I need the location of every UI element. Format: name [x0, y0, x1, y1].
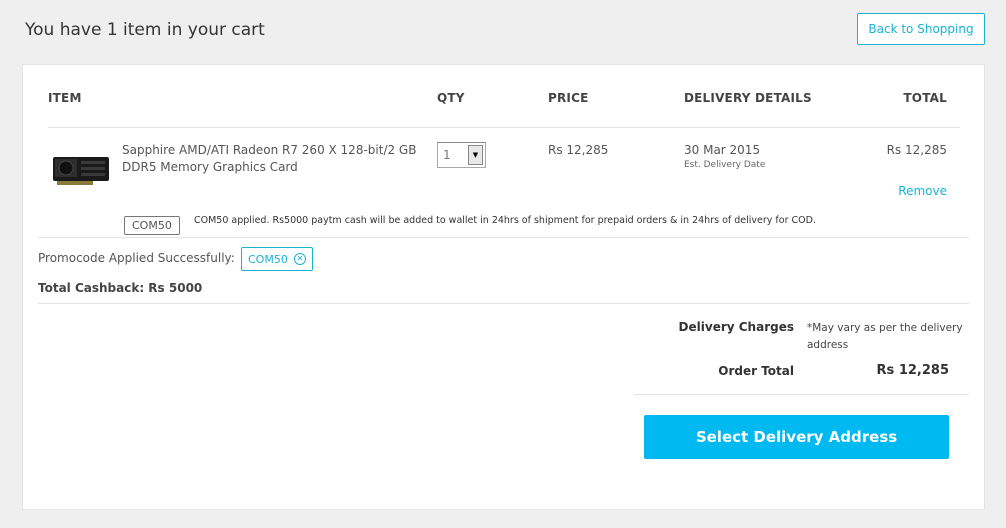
column-header-delivery: DELIVERY DETAILS: [684, 91, 812, 105]
divider: [48, 127, 960, 128]
column-header-price: PRICE: [548, 91, 589, 105]
divider: [38, 237, 969, 238]
delivery-charges-note: *May vary as per the delivery address: [807, 322, 963, 351]
quantity-value: 1: [443, 148, 451, 162]
product-image[interactable]: [51, 151, 111, 191]
column-header-item: ITEM: [48, 91, 82, 105]
divider: [38, 303, 969, 304]
divider: [634, 394, 969, 395]
applied-promo-chip: COM50 ✕: [241, 247, 313, 271]
column-header-qty: QTY: [437, 91, 465, 105]
close-icon[interactable]: ✕: [293, 253, 306, 265]
delivery-charges-label: Delivery Charges: [678, 320, 794, 334]
order-total-label: Order Total: [718, 364, 794, 378]
promo-chip-code: COM50: [248, 252, 288, 266]
total-cashback: Total Cashback: Rs 5000: [38, 281, 203, 295]
column-header-total: TOTAL: [903, 91, 947, 105]
back-to-shopping-button[interactable]: Back to Shopping: [857, 13, 985, 45]
quantity-select[interactable]: 1 ▼: [437, 142, 486, 168]
page-title: You have 1 item in your cart: [25, 20, 265, 40]
promo-applied-message: COM50 applied. Rs5000 paytm cash will be…: [194, 215, 816, 226]
remove-link[interactable]: Remove: [898, 184, 947, 198]
select-delivery-address-button[interactable]: Select Delivery Address: [644, 415, 949, 459]
item-price: Rs 12,285: [548, 143, 609, 157]
order-total-value: Rs 12,285: [876, 363, 949, 378]
promo-success-label: Promocode Applied Successfully:: [38, 251, 235, 265]
delivery-date-note: Est. Delivery Date: [684, 160, 766, 170]
item-total: Rs 12,285: [886, 143, 947, 157]
product-name-link[interactable]: Sapphire AMD/ATI Radeon R7 260 X 128-bit…: [122, 142, 422, 176]
cart-panel: ITEM QTY PRICE DELIVERY DETAILS TOTAL Sa…: [22, 64, 985, 510]
promo-code-tag: COM50: [124, 216, 180, 235]
delivery-date: 30 Mar 2015: [684, 143, 761, 157]
chevron-down-icon[interactable]: ▼: [468, 145, 483, 165]
